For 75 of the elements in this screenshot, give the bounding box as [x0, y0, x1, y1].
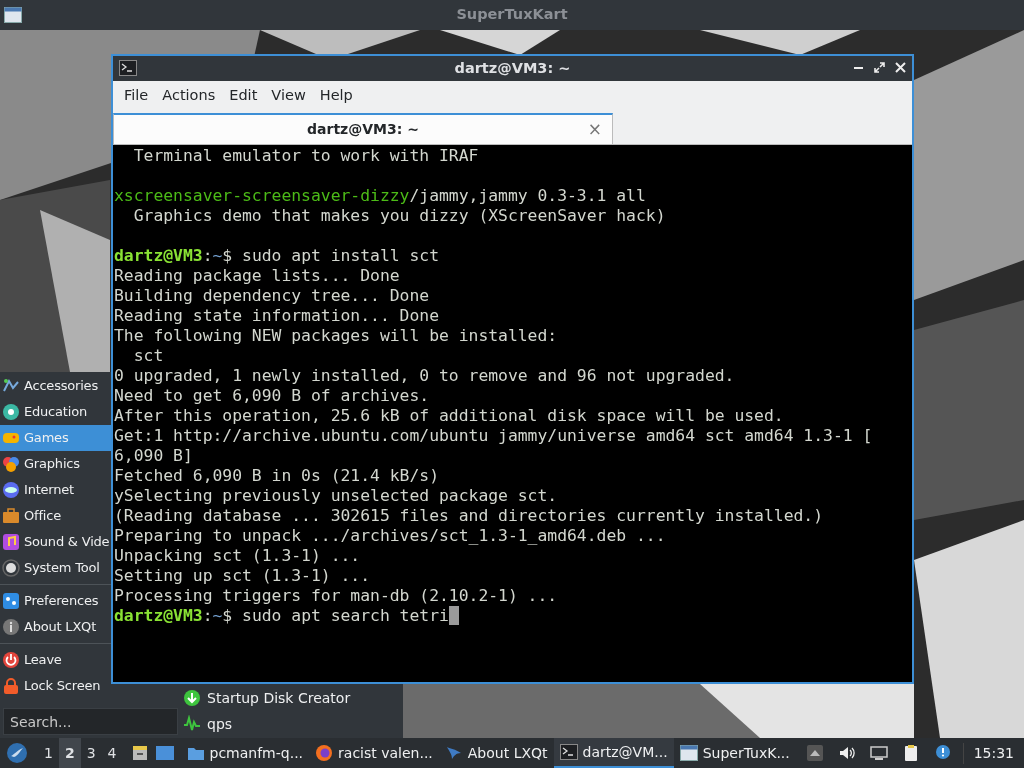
- terminal-line: Preparing to unpack .../archives/sct_1.3-1_amd64.deb ...: [114, 526, 666, 545]
- browser-icon: [315, 744, 334, 762]
- power-icon: [2, 651, 20, 669]
- volume-icon[interactable]: [837, 744, 856, 762]
- file-cabinet-icon[interactable]: [130, 744, 149, 762]
- taskbar-button[interactable]: SuperTuxK...: [673, 738, 796, 768]
- terminal-line: After this operation, 25.6 kB of additional disk space will be used.: [114, 406, 784, 425]
- briefcase-icon: [2, 507, 20, 525]
- desktop-button[interactable]: 2: [58, 738, 81, 768]
- terminal-line: Reading state information... Done: [114, 306, 439, 325]
- desktop-button[interactable]: 3: [80, 742, 102, 764]
- menu-item[interactable]: System Tool: [0, 555, 111, 581]
- taskbar-button[interactable]: About LXQt: [438, 738, 554, 768]
- terminal-line: ySelecting previously unselected package sct.: [114, 486, 558, 505]
- terminal-line: Fetched 6,090 B in 0s (21.4 kB/s): [114, 466, 439, 485]
- terminal-tab[interactable]: dartz@VM3: ~ ×: [113, 113, 613, 144]
- taskbar-button[interactable]: pcmanfm-q...: [180, 738, 310, 768]
- globe-icon: [2, 481, 20, 499]
- window-icon: [4, 7, 22, 23]
- terminal-line: dartz@VM3:~$ sudo apt search tetri: [114, 606, 449, 625]
- terminal-line: 0 upgraded, 1 newly installed, 0 to remove and 96 not upgraded.: [114, 366, 735, 385]
- terminal-line: Building dependency tree... Done: [114, 286, 430, 305]
- terminal-line: 6,090 B]: [114, 446, 193, 465]
- clock[interactable]: 15:31: [962, 742, 1024, 764]
- desktop-icon[interactable]: [154, 744, 175, 762]
- info-icon: [2, 618, 20, 636]
- taskbar-button[interactable]: racist valen...: [309, 738, 439, 768]
- search-field[interactable]: Search...: [3, 708, 178, 735]
- terminal-line: Graphics demo that makes you dizzy (XScreenSaver hack): [132, 206, 666, 225]
- window-title: SuperTuxKart: [456, 5, 568, 25]
- waveform-icon: [183, 715, 201, 733]
- lock-icon: [2, 677, 20, 695]
- terminal-line: The following NEW packages will be installed:: [114, 326, 558, 345]
- terminal-line: Setting up sct (1.3-1) ...: [114, 566, 371, 585]
- menu-item[interactable]: Education: [0, 399, 111, 425]
- menu-item[interactable]: Help: [312, 85, 360, 107]
- menu-item[interactable]: Office: [0, 503, 111, 529]
- terminal-line: Reading package lists... Done: [114, 266, 400, 285]
- download-icon: [183, 689, 201, 707]
- menu-item[interactable]: File: [117, 85, 156, 107]
- menu-item[interactable]: Actions: [155, 85, 223, 107]
- terminal-line: sct: [132, 346, 164, 365]
- terminal-line: Terminal emulator to work with IRAF: [132, 146, 479, 165]
- menu-item[interactable]: Lock Screen: [0, 673, 111, 699]
- desktop-button[interactable]: 4: [101, 742, 123, 764]
- menu-item[interactable]: Startup Disk Creator: [180, 685, 403, 711]
- music-icon: [2, 533, 20, 551]
- maximize-icon[interactable]: [874, 62, 885, 73]
- notification-icon[interactable]: [933, 744, 952, 762]
- terminal-icon: [559, 743, 578, 761]
- menu-item[interactable]: Accessories: [0, 373, 111, 399]
- menu-item[interactable]: Leave: [0, 647, 111, 673]
- start-menu-icon[interactable]: [6, 742, 28, 764]
- terminal-line: Need to get 6,090 B of archives.: [114, 386, 430, 405]
- terminal-line: dartz@VM3:~$ sudo apt install sct: [114, 246, 439, 265]
- tab-close-button[interactable]: ×: [587, 117, 602, 143]
- close-icon[interactable]: [895, 62, 906, 73]
- terminal-line: Unpacking sct (1.3-1) ...: [114, 546, 361, 565]
- menu-item[interactable]: About LXQt: [0, 614, 111, 640]
- taskbar-button[interactable]: dartz@VM...: [553, 738, 674, 768]
- terminal-icon: [119, 60, 137, 76]
- menu-item[interactable]: qps: [180, 711, 403, 737]
- menu-item[interactable]: Graphics: [0, 451, 111, 477]
- menu-item[interactable]: Edit: [222, 85, 265, 107]
- menu-item[interactable]: View: [264, 85, 313, 107]
- window-title: dartz@VM3: ~: [454, 58, 571, 78]
- menu-item[interactable]: Preferences: [0, 588, 111, 614]
- menu-item[interactable]: Internet: [0, 477, 111, 503]
- menu-item[interactable]: Sound & Vide: [0, 529, 111, 555]
- terminal-line: Get:1 http://archive.ubuntu.com/ubuntu jammy/universe amd64 sct amd64 1.3-1 [: [114, 426, 873, 445]
- terminal-line: Processing triggers for man-db (2.10.2-1) ...: [114, 586, 558, 605]
- terminal-line: (Reading database ... 302615 files and directories currently installed.): [114, 506, 824, 525]
- desktop-button[interactable]: 1: [38, 742, 59, 764]
- terminal-line: xscreensaver-screensaver-dizzy/jammy,jammy 0.3-3.1 all: [114, 186, 646, 205]
- window-icon: [679, 744, 698, 762]
